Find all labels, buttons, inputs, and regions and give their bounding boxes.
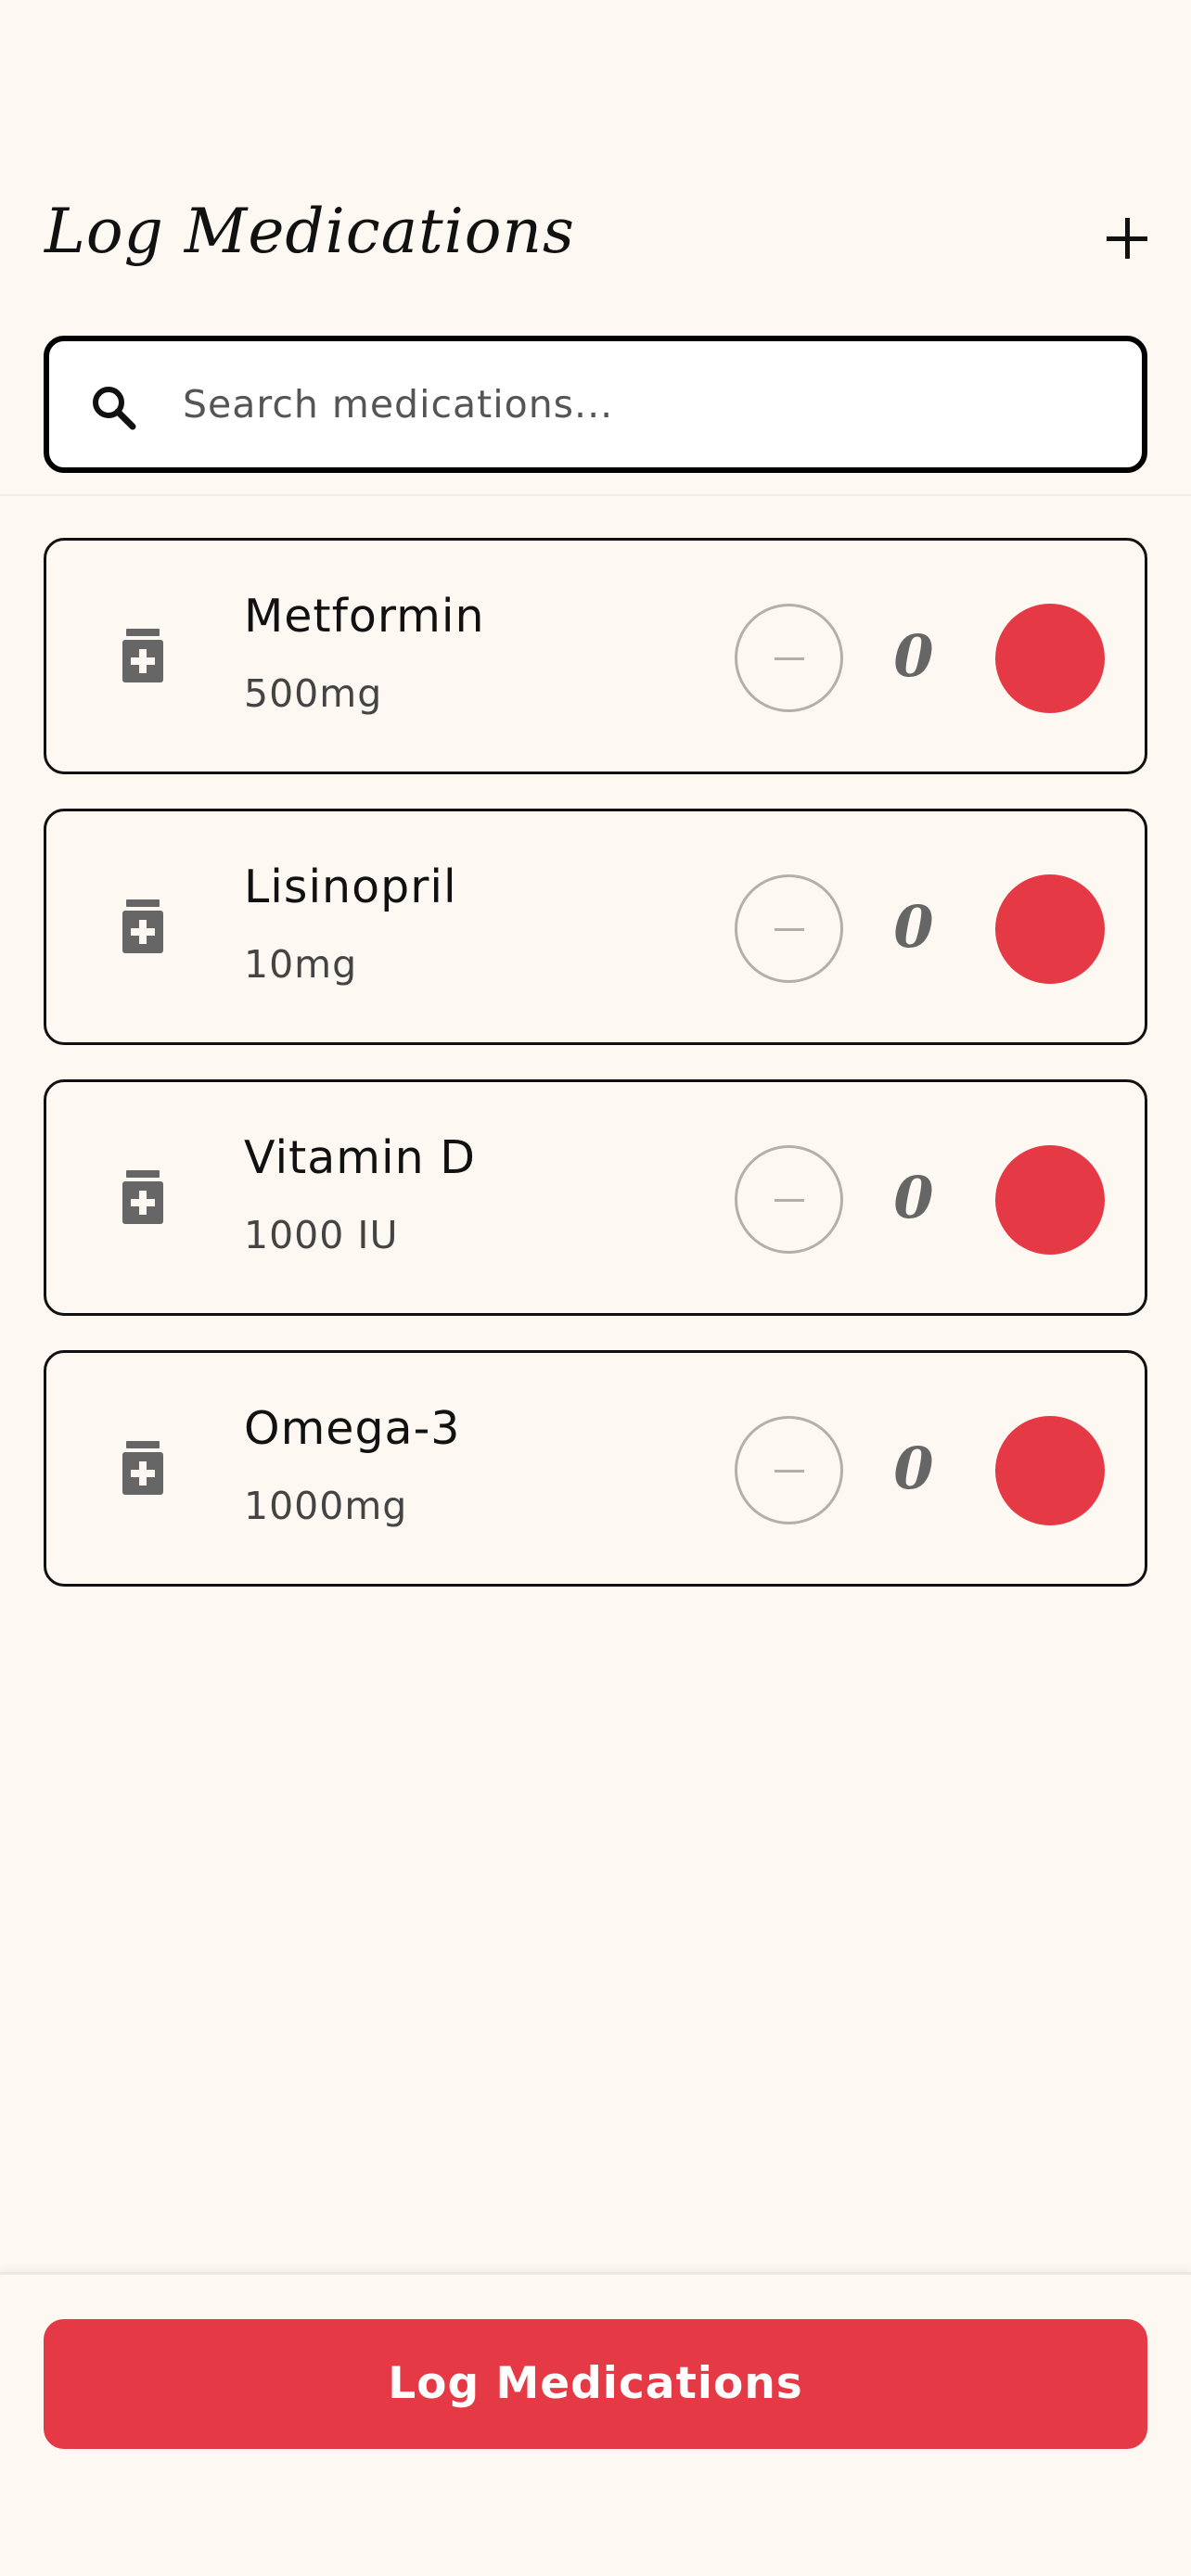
dose-count: 0 [893, 893, 934, 961]
search-bar [44, 336, 1147, 473]
medication-dose: 1000mg [244, 1484, 408, 1528]
footer: Log Medications [0, 2272, 1191, 2576]
pill-bottle-icon [122, 629, 163, 682]
medication-name: Omega-3 [244, 1402, 461, 1455]
medication-card: Lisinopril 10mg 0 [44, 809, 1147, 1045]
pill-bottle-icon [122, 899, 163, 953]
decrease-button[interactable] [735, 604, 843, 712]
dose-count: 0 [893, 1164, 934, 1231]
log-medications-button[interactable]: Log Medications [44, 2319, 1147, 2449]
medication-dose: 500mg [244, 671, 383, 716]
search-input[interactable] [183, 369, 1110, 440]
increase-button[interactable] [995, 1416, 1105, 1525]
increase-button[interactable] [995, 604, 1105, 713]
medication-card: Vitamin D 1000 IU 0 [44, 1079, 1147, 1316]
page-title: Log Medications [45, 196, 575, 267]
medication-name: Lisinopril [244, 861, 457, 913]
pill-bottle-icon [122, 1441, 163, 1495]
decrease-button[interactable] [735, 874, 843, 983]
add-medication-button[interactable] [1095, 206, 1159, 271]
search-icon [93, 387, 136, 430]
medication-name: Metformin [244, 590, 485, 643]
medication-dose: 1000 IU [244, 1213, 399, 1257]
plus-icon [1107, 218, 1147, 259]
medication-dose: 10mg [244, 942, 358, 987]
decrease-button[interactable] [735, 1145, 843, 1254]
pill-bottle-icon [122, 1170, 163, 1224]
medication-name: Vitamin D [244, 1131, 477, 1184]
medication-card: Omega-3 1000mg 0 [44, 1350, 1147, 1587]
increase-button[interactable] [995, 1145, 1105, 1255]
increase-button[interactable] [995, 874, 1105, 984]
header: Log Medications [0, 0, 1191, 496]
decrease-button[interactable] [735, 1416, 843, 1524]
dose-count: 0 [893, 622, 934, 690]
medication-list: Metformin 500mg 0 Lisinopril 10mg 0 Vita… [44, 538, 1147, 1621]
dose-count: 0 [893, 1435, 934, 1502]
medication-card: Metformin 500mg 0 [44, 538, 1147, 774]
